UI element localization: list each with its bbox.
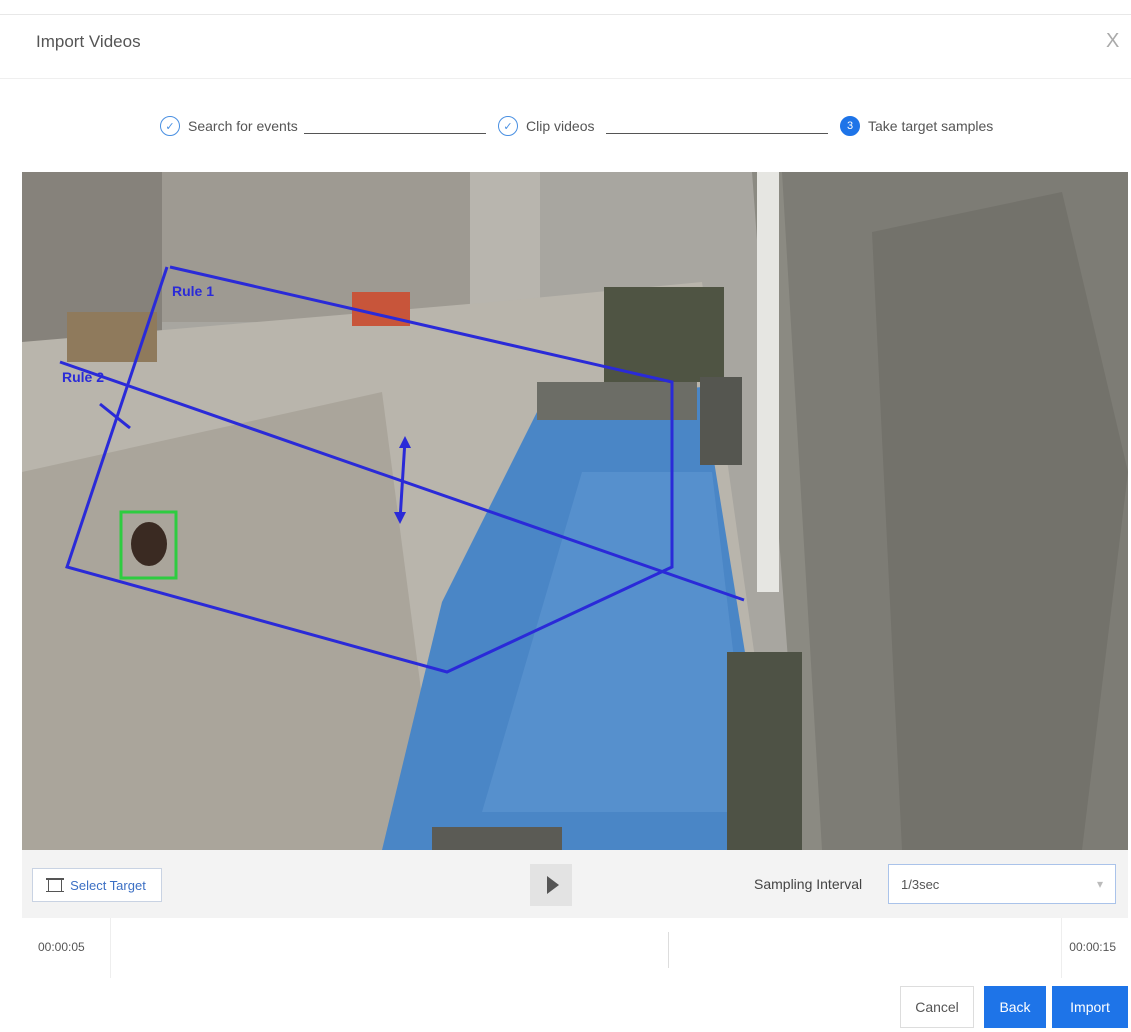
timeline-track[interactable] xyxy=(110,918,1062,978)
step-number-icon: 3 xyxy=(840,116,860,136)
step-label: Search for events xyxy=(188,118,298,134)
select-target-label: Select Target xyxy=(70,877,146,893)
step-label: Clip videos xyxy=(526,118,595,134)
check-circle-icon: ✓ xyxy=(498,116,518,136)
play-icon xyxy=(546,876,559,894)
sampling-interval-label: Sampling Interval xyxy=(754,876,863,892)
timeline-start-time: 00:00:05 xyxy=(38,940,85,954)
video-control-bar: Select Target Sampling Interval 1/3sec ▾ xyxy=(22,850,1128,918)
step-connector xyxy=(606,133,828,134)
back-button[interactable]: Back xyxy=(984,986,1046,1028)
check-circle-icon: ✓ xyxy=(160,116,180,136)
video-preview[interactable]: Rule 1 Rule 2 xyxy=(22,172,1128,850)
select-target-button[interactable]: Select Target xyxy=(32,868,162,902)
dialog-top-border xyxy=(0,14,1131,15)
step-take-target-samples: 3 Take target samples xyxy=(840,116,993,136)
step-clip-videos: ✓ Clip videos xyxy=(498,116,594,136)
video-timeline: 00:00:05 00:00:15 xyxy=(22,918,1128,978)
chevron-down-icon: ▾ xyxy=(1096,877,1103,891)
timeline-end-time: 00:00:15 xyxy=(1069,940,1116,954)
sampling-interval-select[interactable]: 1/3sec ▾ xyxy=(888,864,1116,904)
close-icon[interactable]: X xyxy=(1106,30,1119,53)
step-search-events: ✓ Search for events xyxy=(160,116,298,136)
sampling-interval-value: 1/3sec xyxy=(901,876,940,892)
dialog-title: Import Videos xyxy=(36,32,141,51)
step-label: Take target samples xyxy=(868,118,994,134)
select-target-icon xyxy=(46,878,65,892)
timeline-playhead[interactable] xyxy=(668,932,669,968)
cancel-button[interactable]: Cancel xyxy=(900,986,974,1028)
step-connector xyxy=(304,133,486,134)
header-divider xyxy=(0,78,1131,79)
video-frame-scene: Rule 1 Rule 2 xyxy=(22,172,1128,850)
rule-2-label: Rule 2 xyxy=(62,369,104,385)
play-button[interactable] xyxy=(530,864,572,906)
import-steps: ✓ Search for events ✓ Clip videos 3 Take… xyxy=(0,116,1131,150)
import-button[interactable]: Import xyxy=(1052,986,1128,1028)
rule-1-label: Rule 1 xyxy=(172,283,214,299)
